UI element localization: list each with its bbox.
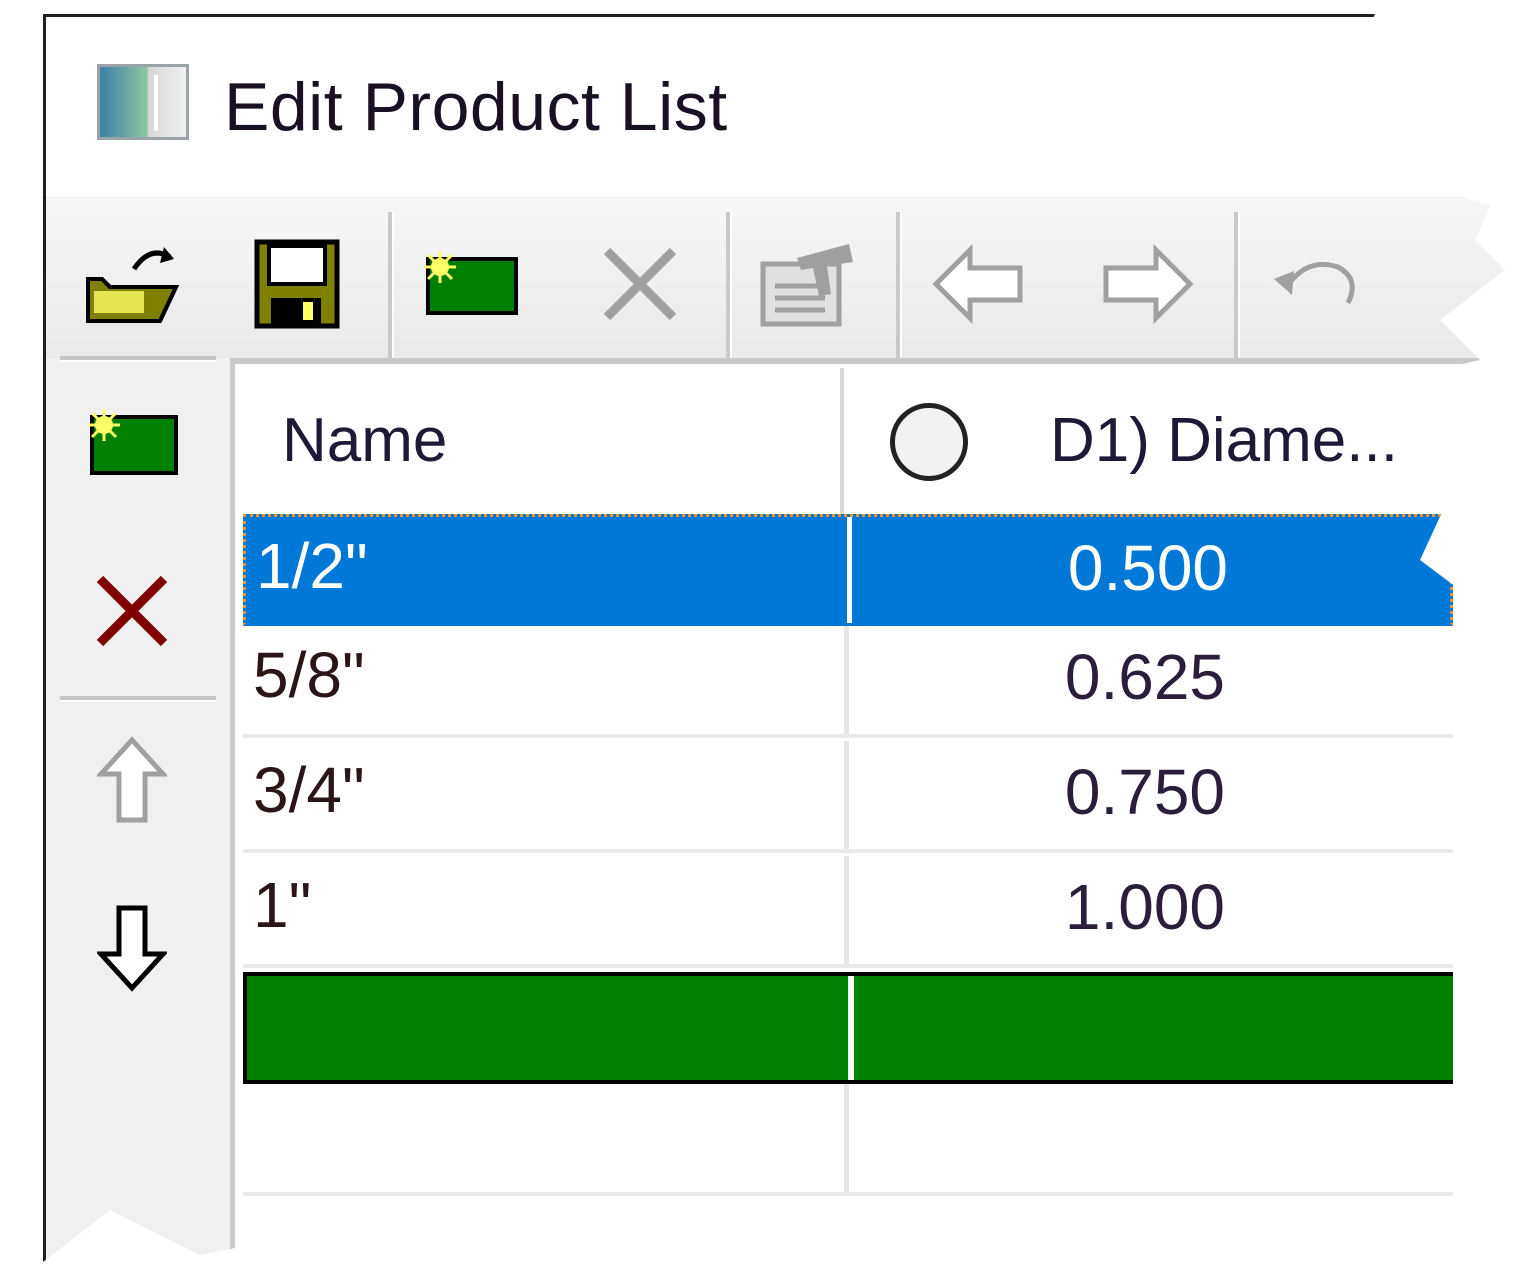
cell-name[interactable]: 5/8" (243, 626, 843, 734)
cell-name[interactable]: 3/4" (243, 741, 843, 849)
new-item-icon (424, 251, 518, 315)
table-row[interactable]: 5/8" 0.625 (243, 626, 1453, 738)
new-row-placeholder[interactable] (243, 972, 1453, 1084)
undo-button (1266, 232, 1366, 336)
save-button[interactable] (248, 232, 344, 336)
cell-diameter[interactable]: 0.500 (851, 517, 1456, 623)
toolbar-separator (896, 212, 902, 358)
delete-button (592, 232, 688, 336)
cell-diameter[interactable]: 0.625 (848, 626, 1453, 734)
sidebar-separator (60, 356, 216, 362)
arrow-up-icon (97, 736, 167, 823)
cell-separator (844, 1084, 849, 1192)
cell-name[interactable]: 1/2" (246, 517, 846, 623)
open-folder-icon (86, 247, 180, 323)
open-file-button[interactable] (78, 232, 182, 336)
table-row[interactable]: 1/2" 0.500 (243, 514, 1453, 626)
delete-row-button[interactable] (84, 566, 180, 656)
column-header-diameter[interactable]: D1) Diame... (1050, 405, 1398, 476)
clock-icon (890, 403, 968, 481)
cell-diameter[interactable]: 0.750 (848, 741, 1453, 849)
delete-row-x-icon (96, 575, 168, 647)
arrow-right-icon (1103, 244, 1194, 324)
cell-name[interactable]: 1" (243, 856, 843, 964)
cell-separator (848, 976, 854, 1080)
column-header-name[interactable]: Name (282, 405, 447, 476)
table-row[interactable]: 1" 1.000 (243, 856, 1453, 968)
new-item-button[interactable] (420, 232, 520, 336)
toolbar-separator (388, 212, 394, 358)
app-icon (97, 64, 189, 140)
toolbar-separator (726, 212, 732, 358)
new-row-icon (88, 409, 178, 475)
arrow-down-icon (97, 905, 167, 992)
toolbar-separator (1234, 212, 1240, 358)
move-down-button[interactable] (84, 902, 180, 992)
sidebar-separator (60, 696, 216, 702)
clipboard-hammer-icon (760, 244, 853, 327)
undo-icon (1274, 261, 1355, 305)
move-left-button (928, 232, 1028, 336)
cell-diameter[interactable]: 1.000 (848, 856, 1453, 964)
properties-button (752, 232, 864, 336)
edit-product-list-window: Edit Product List Name D1) Diame... 1/2"… (43, 14, 1505, 1270)
delete-x-icon (603, 247, 677, 321)
table-row[interactable]: 3/4" 0.750 (243, 741, 1453, 853)
floppy-disk-icon (254, 239, 340, 329)
window-title: Edit Product List (224, 69, 728, 145)
arrow-left-icon (932, 244, 1023, 324)
move-right-button (1098, 232, 1198, 336)
move-up-button (84, 736, 180, 826)
empty-row (243, 1084, 1453, 1196)
add-row-button[interactable] (84, 396, 180, 486)
column-header-separator[interactable] (840, 368, 844, 514)
